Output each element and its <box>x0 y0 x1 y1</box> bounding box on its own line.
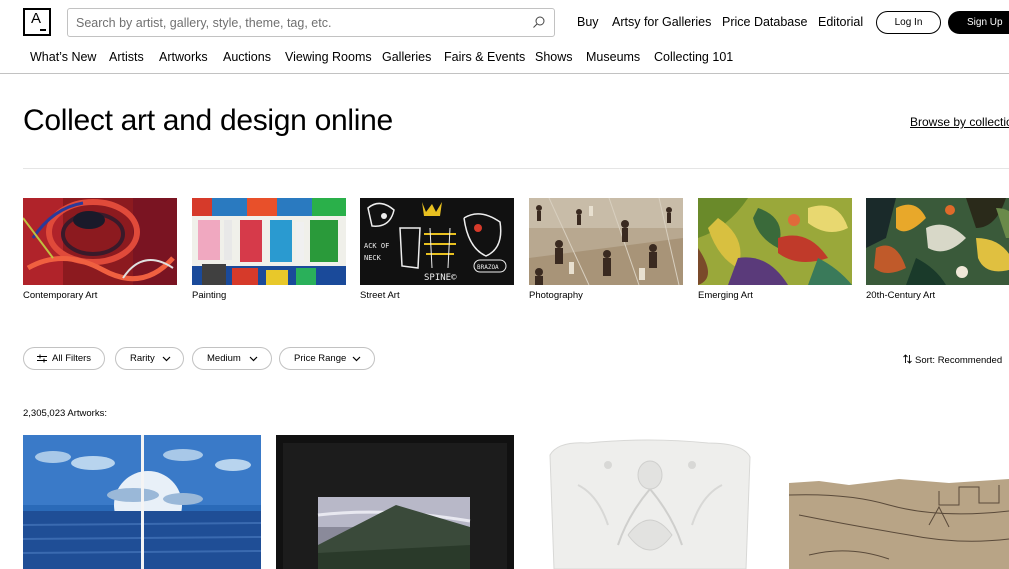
nav-item-museums[interactable]: Museums <box>586 50 640 64</box>
artsy-logo[interactable]: A <box>23 8 51 36</box>
painted-word: NECK <box>364 254 382 262</box>
collection-label: Emerging Art <box>698 290 753 301</box>
nav-item-whats-new[interactable]: What’s New <box>30 50 96 64</box>
search-box[interactable] <box>67 8 555 37</box>
main-nav: What’s New Artists Artworks Auctions Vie… <box>0 48 1009 73</box>
nav-item-collecting-101[interactable]: Collecting 101 <box>654 50 733 64</box>
collection-tile-painting[interactable]: Painting <box>192 198 346 301</box>
collection-tile-contemporary-art[interactable]: Contemporary Art <box>23 198 177 301</box>
nav-divider <box>0 73 1009 74</box>
collection-image <box>866 198 1009 285</box>
artwork-count: 2,305,023 Artworks: <box>23 408 107 419</box>
top-link-price-database[interactable]: Price Database <box>722 15 807 29</box>
collection-image <box>529 198 683 285</box>
artwork-image <box>538 435 764 569</box>
chevron-down-icon <box>352 356 361 362</box>
painted-word: ACK OF <box>364 242 389 250</box>
hero-divider <box>23 168 1009 169</box>
signup-button[interactable]: Sign Up <box>948 11 1009 34</box>
all-filters-label: All Filters <box>52 353 92 364</box>
rarity-filter-button[interactable]: Rarity <box>115 347 184 370</box>
artwork-card[interactable] <box>538 435 764 569</box>
browse-by-collections-link[interactable]: Browse by collections <box>910 115 1009 129</box>
sort-arrows-icon <box>903 354 912 364</box>
login-button[interactable]: Log In <box>876 11 941 34</box>
collection-tile-20th-century-art[interactable]: 20th-Century Art <box>866 198 1009 301</box>
rarity-filter-label: Rarity <box>130 353 155 364</box>
artwork-image <box>23 435 261 569</box>
logo-mark <box>40 29 46 31</box>
chevron-down-icon <box>249 356 258 362</box>
artwork-image <box>276 435 514 569</box>
price-range-filter-button[interactable]: Price Range <box>279 347 375 370</box>
top-link-artsy-for-galleries[interactable]: Artsy for Galleries <box>612 15 711 29</box>
collection-tile-emerging-art[interactable]: Emerging Art <box>698 198 852 301</box>
collection-image: SPINE© ACK OF NECK BRAZOA <box>360 198 514 285</box>
nav-item-fairs-events[interactable]: Fairs & Events <box>444 50 525 64</box>
sort-label: Sort: Recommended <box>915 355 1003 366</box>
collection-label: Street Art <box>360 290 400 301</box>
top-link-buy[interactable]: Buy <box>577 15 599 29</box>
nav-item-auctions[interactable]: Auctions <box>223 50 271 64</box>
collection-image <box>192 198 346 285</box>
collection-image <box>23 198 177 285</box>
sort-button[interactable]: Sort: Recommended <box>903 353 1002 366</box>
medium-filter-button[interactable]: Medium <box>192 347 272 370</box>
medium-filter-label: Medium <box>207 353 241 364</box>
chevron-down-icon <box>162 356 171 362</box>
painted-word: BRAZOA <box>477 264 499 271</box>
page-title: Collect art and design online <box>23 104 393 137</box>
nav-item-galleries[interactable]: Galleries <box>382 50 431 64</box>
collection-tile-street-art[interactable]: SPINE© ACK OF NECK BRAZOA Street Art <box>360 198 514 301</box>
price-range-filter-label: Price Range <box>294 353 347 364</box>
collection-image <box>698 198 852 285</box>
collection-label: 20th-Century Art <box>866 290 936 301</box>
artwork-card[interactable] <box>23 435 261 569</box>
collection-label: Painting <box>192 290 227 301</box>
all-filters-button[interactable]: All Filters <box>23 347 105 370</box>
nav-item-artists[interactable]: Artists <box>109 50 144 64</box>
artwork-card[interactable] <box>276 435 514 569</box>
collection-label: Photography <box>529 290 583 301</box>
collection-tile-photography[interactable]: Photography <box>529 198 683 301</box>
artwork-card[interactable] <box>789 435 1009 569</box>
artwork-image <box>789 435 1009 569</box>
nav-item-viewing-rooms[interactable]: Viewing Rooms <box>285 50 372 64</box>
search-input[interactable] <box>68 9 554 36</box>
collection-label: Contemporary Art <box>23 290 98 301</box>
nav-item-shows[interactable]: Shows <box>535 50 573 64</box>
painted-word: SPINE© <box>424 273 457 283</box>
sliders-icon <box>37 354 47 363</box>
search-icon[interactable] <box>532 15 546 29</box>
logo-letter: A <box>31 10 42 27</box>
nav-item-artworks[interactable]: Artworks <box>159 50 208 64</box>
top-link-editorial[interactable]: Editorial <box>818 15 863 29</box>
